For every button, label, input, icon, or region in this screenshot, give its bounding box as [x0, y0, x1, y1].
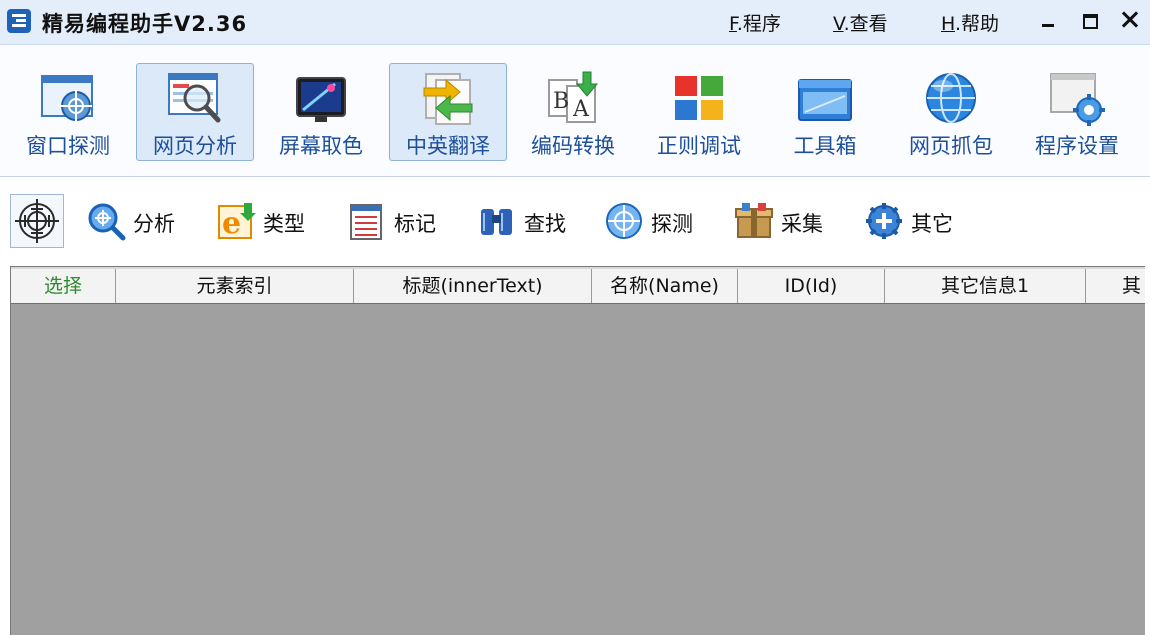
globe-icon [926, 73, 976, 123]
web-analyze-button[interactable]: 网页分析 [136, 63, 254, 161]
window-target-icon [41, 75, 93, 122]
collect-box-icon [735, 203, 773, 238]
color-picker-icon [296, 77, 346, 122]
sub-toolbar-label: 查找 [524, 212, 566, 236]
column-name[interactable]: 名称(Name) [592, 269, 738, 303]
ie-type-icon: e [218, 203, 256, 241]
svg-text:A: A [572, 97, 590, 122]
sub-toolbar-label: 其它 [911, 212, 953, 236]
grid-header: 选择 元素索引 标题(innerText) 名称(Name) ID(Id) 其它… [11, 267, 1145, 304]
svg-text:B: B [553, 89, 569, 114]
toolbar-label: 中英翻译 [406, 134, 490, 158]
toolbar-label: 窗口探测 [26, 134, 110, 158]
toolbar-label: 网页分析 [153, 134, 237, 158]
toolbar-label: 正则调试 [657, 134, 741, 158]
menu-help[interactable]: H.帮助 [941, 9, 999, 36]
sub-toolbar-label: 分析 [133, 212, 175, 236]
translate-arrows-icon [423, 73, 473, 125]
close-button[interactable] [1116, 6, 1144, 34]
binoculars-icon [481, 209, 512, 235]
packet-capture-button[interactable]: 网页抓包 [892, 63, 1010, 161]
window-title: 精易编程助手V2.36 [42, 12, 248, 36]
sub-toolbar-label: 采集 [781, 212, 823, 236]
crosshair-target-icon [15, 199, 59, 243]
toolbar-label: 工具箱 [793, 134, 857, 158]
column-select[interactable]: 选择 [11, 269, 116, 303]
toolbar-label: 网页抓包 [909, 134, 993, 158]
settings-gear-icon [1050, 73, 1105, 126]
toolbar-label: 程序设置 [1035, 134, 1119, 158]
menu-view[interactable]: V.查看 [833, 9, 888, 36]
title-bar: 精易编程助手V2.36 F.程序 V.查看 H.帮助 [0, 0, 1150, 45]
toolbar-label: 编码转换 [531, 134, 615, 158]
app-logo-icon [7, 9, 31, 33]
column-id[interactable]: ID(Id) [738, 269, 885, 303]
maximize-button[interactable] [1076, 6, 1104, 34]
encoding-convert-icon: B A [548, 71, 599, 123]
element-grid[interactable]: 选择 元素索引 标题(innerText) 名称(Name) ID(Id) 其它… [10, 266, 1145, 635]
program-settings-button[interactable]: 程序设置 [1018, 63, 1136, 161]
column-element-index[interactable]: 元素索引 [116, 269, 354, 303]
sub-toolbar-label: 类型 [263, 212, 305, 236]
menu-program[interactable]: F.程序 [729, 9, 781, 36]
sub-toolbar-label: 探测 [651, 212, 693, 236]
translate-button[interactable]: 中英翻译 [389, 63, 507, 161]
toolbox-button[interactable]: 工具箱 [766, 63, 884, 161]
svg-text:e: e [222, 206, 241, 241]
mark-list-icon [350, 204, 382, 240]
grid-body [11, 304, 1145, 635]
main-toolbar: 窗口探测 网页分析 屏幕取色 中英翻译 B A 编码转换 正则调试 工具箱 网页… [0, 45, 1150, 177]
column-other-info-2[interactable]: 其 [1086, 269, 1145, 303]
regex-tiles-icon [675, 76, 723, 120]
window-probe-button[interactable]: 窗口探测 [9, 63, 127, 161]
other-plus-gear-icon [866, 203, 902, 239]
minimize-button[interactable] [1034, 6, 1062, 34]
drag-target-button[interactable] [10, 194, 64, 248]
magnifier-page-icon [168, 73, 221, 123]
analyze-magnifier-icon [88, 203, 126, 241]
regex-debug-button[interactable]: 正则调试 [640, 63, 758, 161]
toolbar-label: 屏幕取色 [279, 134, 363, 158]
screen-color-picker-button[interactable]: 屏幕取色 [262, 63, 380, 161]
secondary-toolbar: 分析 e 类型 标记 查找 探测 采集 其它 [0, 177, 1150, 263]
column-title-innertext[interactable]: 标题(innerText) [354, 269, 592, 303]
sub-toolbar-label: 标记 [394, 212, 436, 236]
encoding-convert-button[interactable]: B A 编码转换 [514, 63, 632, 161]
column-other-info-1[interactable]: 其它信息1 [885, 269, 1086, 303]
crosshair-icon [606, 203, 642, 239]
toolbox-icon [798, 79, 852, 121]
